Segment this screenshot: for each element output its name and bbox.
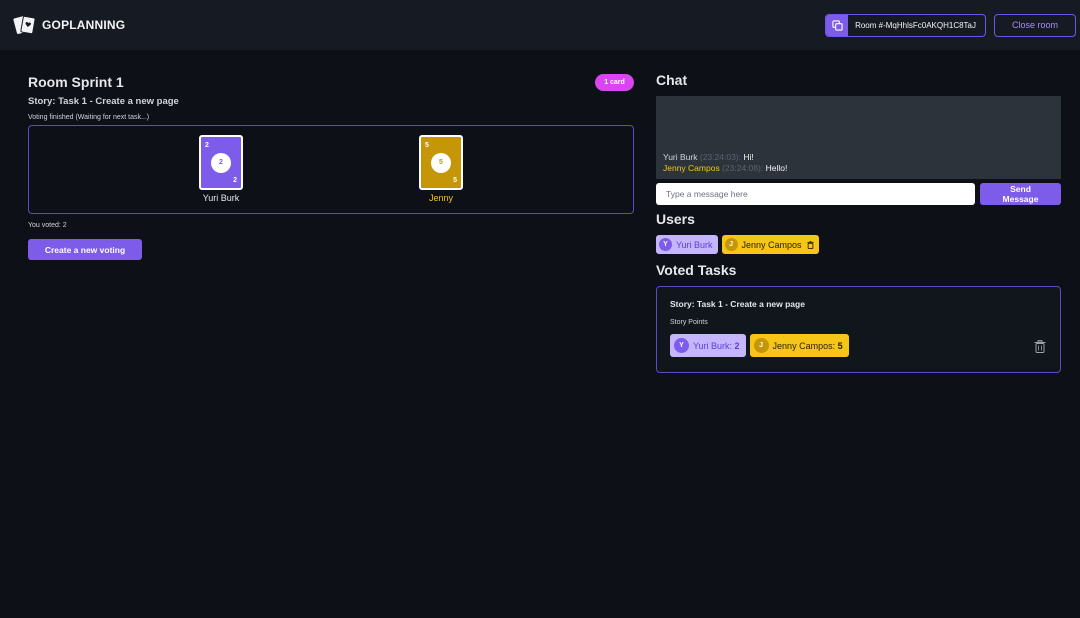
voting-status: Voting finished (Waiting for next task..… [28,114,150,121]
copy-room-id-button[interactable] [826,14,849,36]
player-name: Jenny [428,193,454,203]
chat-text: Hi! [743,152,754,162]
card-corner-value: 5 [453,177,457,184]
card-center-value: 2 [211,152,231,173]
vote-card: 2 2 2 [199,135,243,190]
point-value: 2 [734,340,740,351]
user-chip: Y Yuri Burk [656,235,718,254]
current-story-title: Story: Task 1 - Create a new page [28,96,179,107]
brand-name: GOPLANNING [42,18,126,32]
player-name: Yuri Burk [202,193,240,203]
chat-messages-box[interactable]: Yuri Burk (23:24:03): Hi! Jenny Campos (… [656,96,1061,179]
chat-time: (23:24:03): [699,152,741,162]
player-card-yuri: 2 2 2 Yuri Burk [181,135,261,203]
voting-room-panel: Room Sprint 1 1 card Story: Task 1 - Cre… [28,72,634,260]
card-corner-value: 2 [205,142,209,149]
player-card-jenny: 5 5 5 Jenny [401,135,481,203]
point-user-name: Jenny Campos: [772,340,836,351]
send-label-line2: Message [1002,194,1039,204]
story-points-label: Story Points [670,319,708,326]
chat-message: Yuri Burk (23:24:03): Hi! [663,152,787,163]
vote-card: 5 5 5 [419,135,463,190]
chat-text: Hello! [765,163,788,173]
top-navbar: GOPLANNING Room #-MqHhlsFc0AKQH1C8TaJ Cl… [0,0,1080,50]
card-corner-value: 2 [233,177,237,184]
send-message-button[interactable]: Send Message [980,183,1061,205]
chat-author: Jenny Campos [663,163,720,173]
story-points-list: Y Yuri Burk: 2 J Jenny Campos: 5 [670,334,1047,357]
card-center-value: 5 [431,152,451,173]
users-list: Y Yuri Burk J Jenny Campos [656,235,1061,254]
close-room-button[interactable]: Close room [994,13,1076,37]
voted-task-card: Story: Task 1 - Create a new page Story … [656,286,1061,373]
avatar: Y [674,338,689,353]
user-name: Jenny Campos [741,239,802,250]
room-title: Room Sprint 1 [28,74,124,90]
user-chip: J Jenny Campos [721,235,819,254]
story-point-chip: J Jenny Campos: 5 [749,334,849,357]
send-label-line1: Send [1010,184,1031,194]
point-value: 5 [837,340,843,351]
cards-count-badge: 1 card [595,73,634,91]
avatar: J [724,238,738,251]
chat-message-input[interactable] [656,183,975,205]
copy-icon [831,19,843,31]
sidebar-panel: Chat Yuri Burk (23:24:03): Hi! Jenny Cam… [656,72,1061,373]
create-new-voting-button[interactable]: Create a new voting [28,239,142,260]
card-corner-value: 5 [425,142,429,149]
chat-author: Yuri Burk [663,152,698,162]
chat-title: Chat [656,72,688,88]
user-name: Yuri Burk [676,239,713,250]
users-title: Users [656,211,695,227]
chat-time: (23:24:08): [722,163,764,173]
avatar: J [753,338,769,353]
room-id-box: Room #-MqHhlsFc0AKQH1C8TaJ [825,13,986,37]
point-user-name: Yuri Burk: [693,340,733,351]
playing-cards-logo-icon [13,15,36,35]
story-point-chip: Y Yuri Burk: 2 [670,334,746,357]
voting-cards-area: 2 2 2 Yuri Burk 5 5 5 Jenny [28,125,634,214]
voted-task-story: Story: Task 1 - Create a new page [670,299,805,309]
delete-task-trash-icon[interactable] [1034,340,1046,353]
chat-message: Jenny Campos (23:24:08): Hello! [663,163,787,174]
remove-user-trash-icon[interactable] [806,240,814,249]
room-id-text: Room #-MqHhlsFc0AKQH1C8TaJ [855,20,976,30]
avatar: Y [659,238,672,251]
brand[interactable]: GOPLANNING [13,13,125,37]
your-vote-text: You voted: 2 [28,222,67,229]
voted-tasks-title: Voted Tasks [656,262,737,278]
